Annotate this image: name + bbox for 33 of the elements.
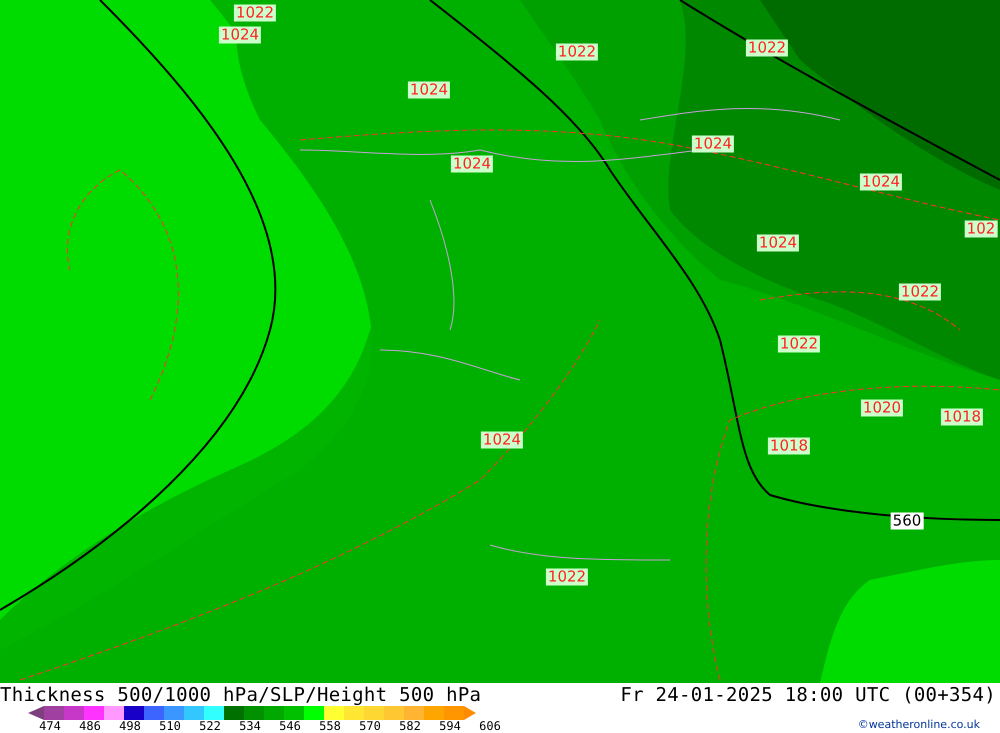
scale-tick-label: 522 [198, 720, 222, 733]
scale-tick-label: 510 [158, 720, 182, 733]
isobar-label: 1024 [756, 234, 800, 252]
scale-tick-label: 474 [38, 720, 62, 733]
isobar-label: 1024 [450, 156, 494, 172]
scale-tick-label: 486 [78, 720, 102, 733]
scale-tick-label: 534 [238, 720, 262, 733]
scale-tick-label: 546 [278, 720, 302, 733]
isobar-label: 102 [964, 220, 998, 238]
scale-tick-label: 558 [318, 720, 342, 733]
valid-time: Fr 24-01-2025 18:00 UTC (00+354) [620, 684, 996, 706]
isobar-label: 1024 [480, 432, 524, 448]
scale-tick-label: 498 [118, 720, 142, 733]
isobar-label: 1018 [768, 438, 810, 454]
isobar-label: 1022 [898, 284, 942, 300]
isobar-label: 1024 [408, 82, 450, 98]
isobar-label: 1024 [860, 174, 902, 190]
isobar-label: 1022 [234, 4, 276, 22]
credit-text: ©weatheronline.co.uk [858, 718, 980, 731]
scale-tick-label: 582 [398, 720, 422, 733]
scale-tick-label: 594 [438, 720, 462, 733]
scale-tick-label: 570 [358, 720, 382, 733]
scale-tick-label: 606 [478, 720, 502, 733]
isobar-label: 1020 [860, 400, 904, 416]
isobar-label: 1022 [746, 40, 788, 56]
isobar-label: 1022 [556, 44, 598, 60]
isobar-label: 1022 [546, 568, 588, 586]
height-contour-label: 560 [890, 512, 924, 530]
isobar-label: 1024 [218, 26, 262, 44]
isobar-label: 1022 [778, 336, 820, 352]
map-title: Thickness 500/1000 hPa/SLP/Height 500 hPa [0, 684, 482, 706]
isobar-label: 1018 [940, 408, 984, 426]
isobar-label: 1024 [692, 136, 734, 152]
